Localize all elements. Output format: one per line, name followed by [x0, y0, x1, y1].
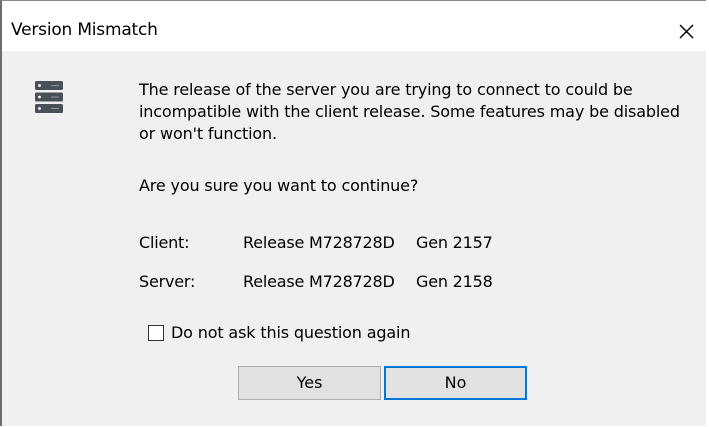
server-gen: Gen 2158	[416, 272, 493, 291]
server-label: Server:	[139, 272, 196, 291]
dialog-content: The release of the server you are trying…	[2, 51, 706, 427]
dont-ask-again-checkbox[interactable]	[148, 325, 164, 341]
client-label: Client:	[139, 233, 190, 252]
version-mismatch-dialog: Version Mismatch The release of the serv…	[0, 0, 706, 426]
message-text: The release of the server you are trying…	[139, 80, 680, 143]
question-text: Are you sure you want to continue?	[139, 176, 419, 195]
client-gen: Gen 2157	[416, 233, 493, 252]
server-release: Release M728728D	[243, 272, 395, 291]
yes-button[interactable]: Yes	[238, 366, 381, 400]
dialog-title: Version Mismatch	[11, 20, 158, 40]
dont-ask-again-label[interactable]: Do not ask this question again	[171, 323, 410, 342]
title-bar: Version Mismatch	[2, 1, 706, 51]
close-icon	[679, 24, 694, 39]
client-release: Release M728728D	[243, 233, 395, 252]
no-button[interactable]: No	[384, 366, 527, 400]
server-icon	[35, 81, 63, 113]
close-button[interactable]	[668, 13, 704, 49]
